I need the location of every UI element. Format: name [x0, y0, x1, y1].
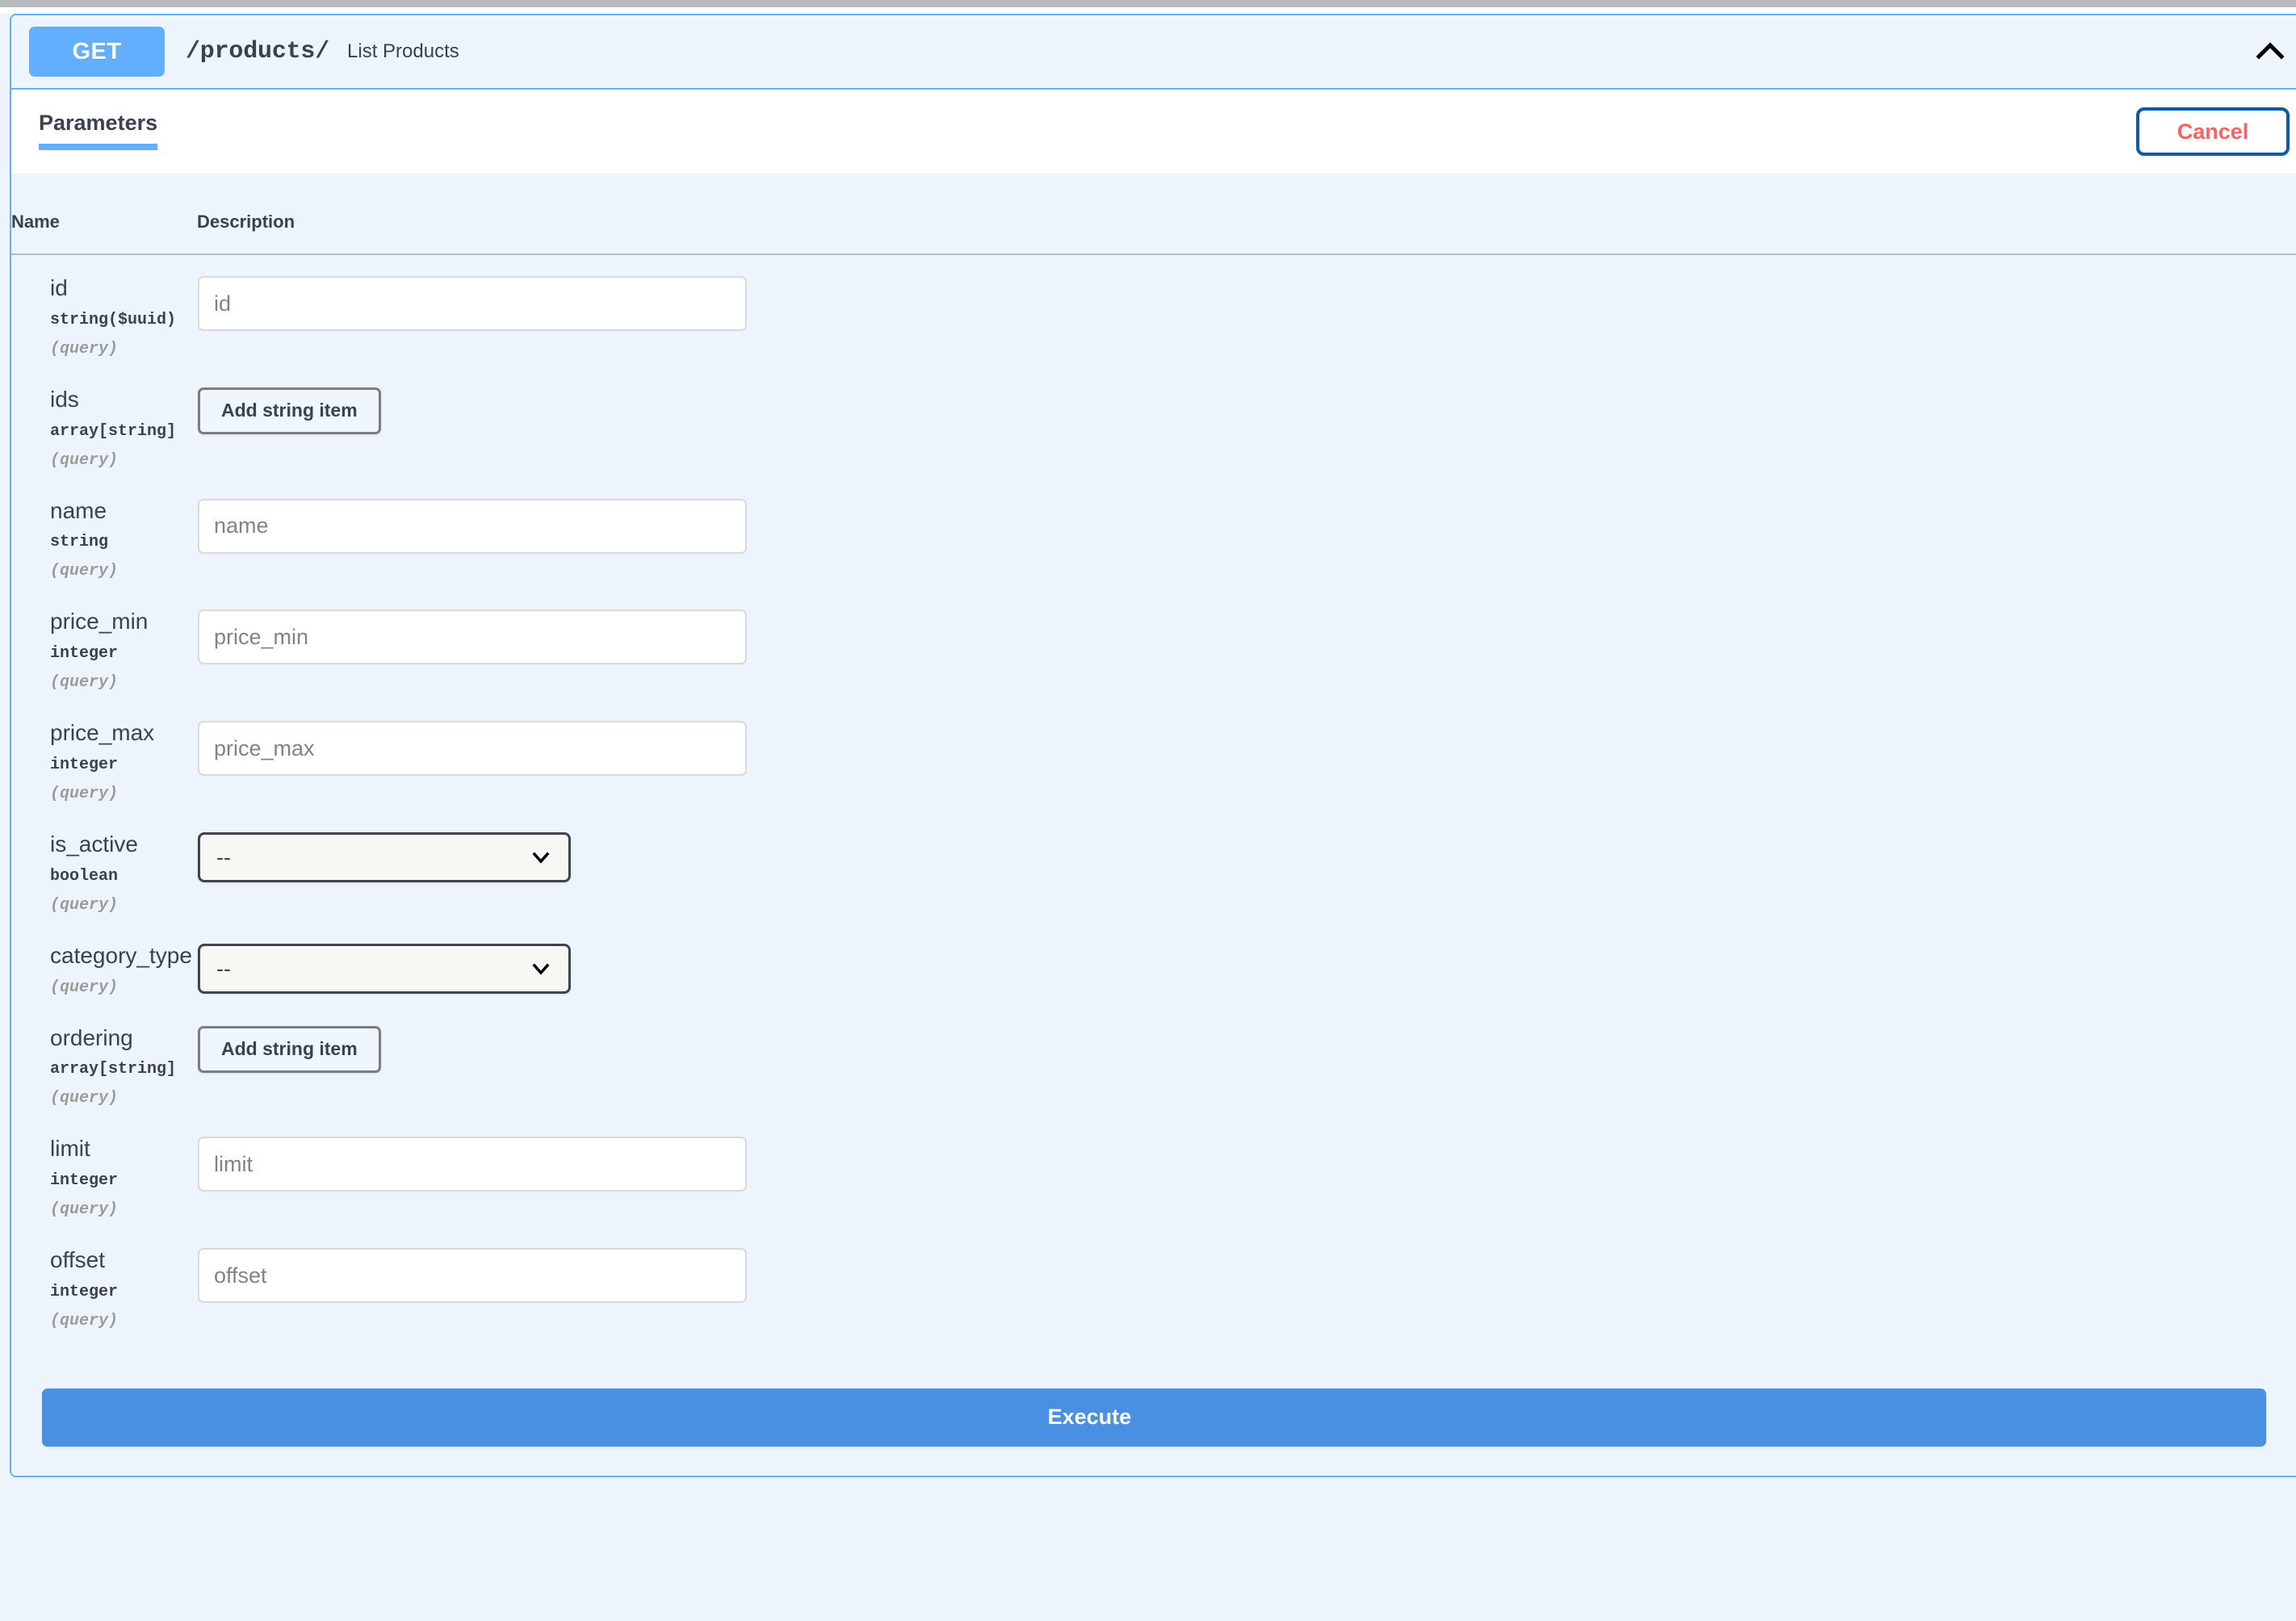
- cancel-button[interactable]: Cancel: [2136, 107, 2290, 156]
- parameter-row: price_mininteger (query): [11, 589, 2296, 700]
- parameter-name-cell: ordering array[string] (query): [11, 1005, 197, 1116]
- parameter-control-cell: --: [197, 923, 2296, 1005]
- parameter-row: offset integer (query): [11, 1227, 2296, 1338]
- endpoint-summary: List Products: [347, 40, 459, 62]
- table-header-row: Name Description: [11, 174, 2296, 255]
- parameter-select-wrap-category_type: --: [198, 943, 571, 994]
- parameter-name: ordering: [50, 1024, 133, 1050]
- parameter-control-cell: [197, 1227, 2296, 1338]
- parameter-input-price_max[interactable]: [198, 721, 747, 777]
- operation-block: GET /products/ List Products Parameters …: [10, 14, 2296, 1477]
- parameter-location: (query): [50, 1311, 119, 1330]
- parameter-name-cell: category_type (query): [11, 923, 197, 1005]
- parameter-row: price_maxinteger (query): [11, 700, 2296, 811]
- parameter-name-cell: ids array[string] (query): [11, 367, 197, 478]
- parameter-location: (query): [50, 339, 119, 358]
- column-header-description: Description: [197, 174, 2296, 255]
- parameter-control-cell: [197, 478, 2296, 589]
- operation-tab-bar: Parameters Cancel: [11, 90, 2296, 174]
- parameter-input-offset[interactable]: [198, 1248, 747, 1304]
- endpoint-path: /products/: [186, 38, 330, 65]
- parameter-name: id: [50, 275, 68, 300]
- operation-body: Parameters Cancel Name Description id str…: [11, 90, 2296, 1476]
- parameter-name: offset: [50, 1247, 105, 1273]
- parameter-name: is_active: [50, 831, 138, 857]
- parameter-row: ordering array[string] (query) Add string i…: [11, 1005, 2296, 1116]
- parameter-row: id string($uuid) (query): [11, 254, 2296, 367]
- parameter-input-id[interactable]: [198, 276, 747, 331]
- parameter-input-limit[interactable]: [198, 1137, 747, 1192]
- parameter-name: limit: [50, 1136, 90, 1162]
- parameter-row: limit integer (query): [11, 1116, 2296, 1227]
- parameter-input-price_min[interactable]: [198, 609, 747, 665]
- parameter-location: (query): [50, 784, 119, 803]
- parameter-location: (query): [50, 450, 119, 470]
- parameter-location: (query): [50, 978, 119, 997]
- parameter-type: integer: [50, 644, 119, 664]
- parameter-name: name: [50, 497, 107, 523]
- parameter-name-cell: limit integer (query): [11, 1116, 197, 1227]
- parameter-row: name string (query): [11, 478, 2296, 589]
- parameter-type: boolean: [50, 866, 119, 886]
- parameter-control-cell: [197, 254, 2296, 367]
- parameter-control-cell: Add string item: [197, 1005, 2296, 1116]
- parameter-location: (query): [50, 1089, 119, 1108]
- chevron-up-icon[interactable]: [2252, 34, 2288, 69]
- execute-section: Execute: [11, 1383, 2296, 1476]
- parameter-control-cell: Add string item: [197, 367, 2296, 478]
- parameter-row: category_type (query) --: [11, 923, 2296, 1005]
- add-string-item-button-ids[interactable]: Add string item: [198, 387, 381, 434]
- parameter-control-cell: [197, 1116, 2296, 1227]
- parameter-location: (query): [50, 562, 119, 581]
- window-chrome-strip: [0, 0, 2296, 7]
- parameter-control-cell: [197, 589, 2296, 700]
- parameter-name: price_max: [50, 720, 155, 746]
- add-string-item-button-ordering[interactable]: Add string item: [198, 1025, 381, 1073]
- parameter-type: integer: [50, 755, 119, 774]
- parameter-row: ids array[string] (query) Add string item: [11, 367, 2296, 478]
- parameter-name: ids: [50, 386, 79, 412]
- parameter-control-cell: [197, 700, 2296, 811]
- parameter-type: string: [50, 533, 109, 552]
- column-header-name: Name: [11, 174, 197, 255]
- parameter-type: integer: [50, 1282, 119, 1301]
- parameter-select-is_active[interactable]: --truefalse: [198, 831, 571, 882]
- parameter-type: array[string]: [50, 421, 177, 441]
- parameter-location: (query): [50, 1200, 119, 1220]
- parameter-type: array[string]: [50, 1060, 177, 1079]
- parameters-section: Name Description id string($uuid) (query) i…: [11, 174, 2296, 1384]
- operation-summary-header[interactable]: GET /products/ List Products: [11, 15, 2296, 90]
- execute-button[interactable]: Execute: [42, 1388, 2266, 1447]
- tab-parameters[interactable]: Parameters: [39, 111, 158, 150]
- parameters-table-body: id string($uuid) (query) ids array[string] (q…: [11, 254, 2296, 1338]
- parameter-name-cell: name string (query): [11, 478, 197, 589]
- parameter-name-cell: price_maxinteger (query): [11, 700, 197, 811]
- parameter-name: price_min: [50, 609, 149, 635]
- parameter-row: is_activeboolean (query) --truefalse: [11, 811, 2296, 923]
- parameter-select-wrap-is_active: --truefalse: [198, 831, 571, 882]
- parameter-type: string($uuid): [50, 310, 177, 329]
- parameter-type: integer: [50, 1171, 119, 1191]
- parameter-name-cell: id string($uuid) (query): [11, 254, 197, 367]
- page-top-gap: [0, 7, 2296, 14]
- parameter-name-cell: offset integer (query): [11, 1227, 197, 1338]
- parameter-location: (query): [50, 673, 119, 693]
- parameter-name-cell: price_mininteger (query): [11, 589, 197, 700]
- parameter-select-category_type[interactable]: --: [198, 943, 571, 994]
- parameter-location: (query): [50, 895, 119, 915]
- parameter-input-name[interactable]: [198, 498, 747, 554]
- http-method-badge[interactable]: GET: [29, 27, 165, 77]
- parameter-control-cell: --truefalse: [197, 811, 2296, 923]
- parameter-name: category_type: [50, 942, 192, 968]
- parameters-table: Name Description id string($uuid) (query) i…: [11, 174, 2296, 1338]
- parameter-name-cell: is_activeboolean (query): [11, 811, 197, 923]
